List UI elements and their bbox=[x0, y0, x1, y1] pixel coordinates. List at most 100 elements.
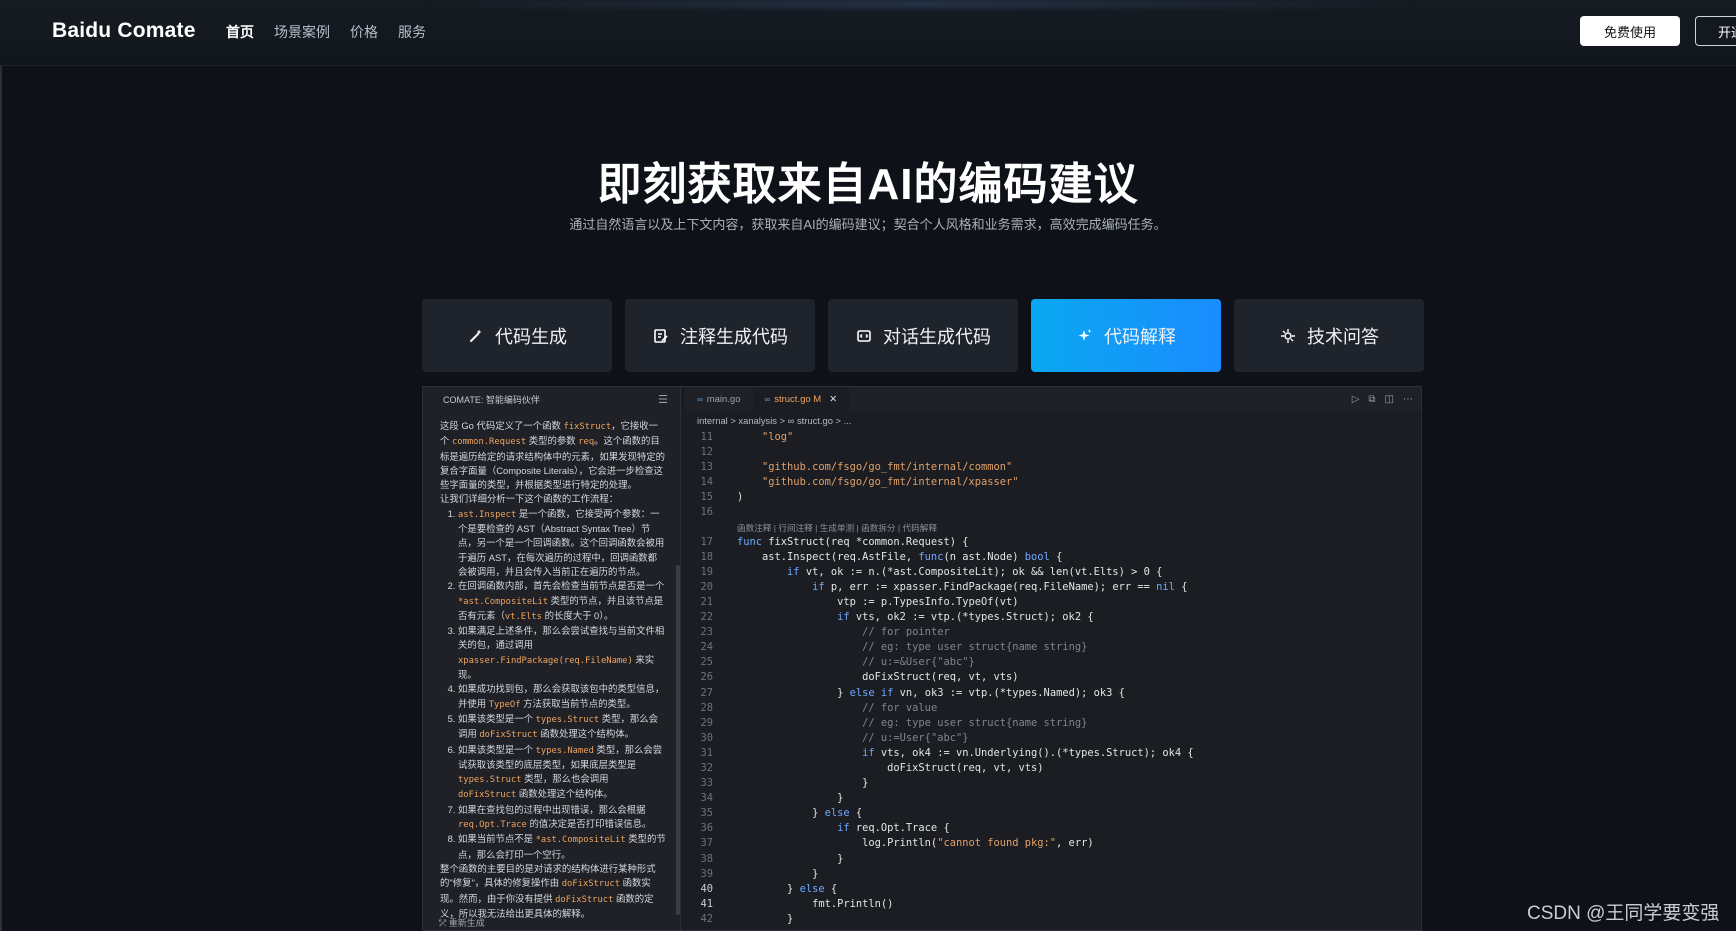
tab-label: 代码生成 bbox=[495, 326, 567, 347]
chat-panel: COMATE: 智能编码伙伴 ☰ 这段 Go 代码定义了一个函数 fixStru… bbox=[423, 387, 681, 930]
line-number: 36 bbox=[700, 822, 713, 835]
breadcrumb[interactable]: internal > xanalysis > ∞ struct.go > ... bbox=[685, 411, 1421, 429]
close-icon[interactable]: ✕ bbox=[829, 394, 837, 405]
nav-item-cases[interactable]: 场景案例 bbox=[274, 22, 330, 42]
chat-step: 如果该类型是一个 types.Struct 类型，那么会调用 doFixStru… bbox=[458, 712, 666, 743]
code-text: fmt.Println() bbox=[737, 897, 894, 910]
open-button[interactable]: 开通 bbox=[1695, 16, 1736, 46]
file-tab-label: main.go bbox=[706, 393, 741, 405]
code-text: } else { bbox=[737, 807, 863, 820]
text-run: 如果当前节点不是 bbox=[458, 833, 536, 845]
more-icon[interactable]: ⋯ bbox=[1403, 394, 1413, 405]
file-tab-struct[interactable]: ∞ struct.go M ✕ bbox=[752, 387, 850, 411]
inline-code: doFixStruct bbox=[458, 790, 517, 801]
code-line: 29 // eg: type user struct{name string} bbox=[685, 716, 1405, 731]
file-tab-main[interactable]: ∞ main.go bbox=[685, 387, 753, 411]
chat-steps: ast.Inspect 是一个函数，它接受两个参数：一个是要检查的 AST（Ab… bbox=[440, 507, 666, 862]
editor-toolbar: ▷ ⧉ ◫ ⋯ bbox=[1352, 387, 1421, 411]
line-number: 40 bbox=[700, 882, 713, 895]
code-line: 22 if vts, ok2 := vtp.(*types.Struct); o… bbox=[685, 610, 1405, 625]
site-logo[interactable]: Baidu Comate bbox=[52, 19, 196, 43]
line-number: 31 bbox=[700, 746, 713, 759]
code-text: "log" bbox=[762, 431, 794, 443]
inline-code: doFixStruct bbox=[479, 730, 538, 741]
line-number: 34 bbox=[700, 792, 713, 805]
inline-code: types.Named bbox=[535, 745, 594, 756]
line-number: 27 bbox=[700, 686, 713, 699]
tab-tech-qa[interactable]: 技术问答 bbox=[1234, 299, 1424, 372]
chat-step: ast.Inspect 是一个函数，它接受两个参数：一个是要检查的 AST（Ab… bbox=[458, 507, 666, 579]
codelens-actions[interactable]: 函数注释 | 行间注释 | 生成单测 | 函数拆分 | 代码解释 bbox=[685, 521, 1405, 535]
tab-label: 代码解释 bbox=[1104, 326, 1176, 347]
chat-step: 如果满足上述条件，那么会尝试查找与当前文件相关的包，通过调用 xpasser.F… bbox=[458, 624, 666, 682]
line-number: 18 bbox=[700, 550, 713, 563]
free-use-button[interactable]: 免费使用 bbox=[1580, 16, 1680, 46]
text-run: 函数处理这个结构体。 bbox=[516, 788, 613, 800]
code-line: 39 } bbox=[685, 867, 1405, 882]
inline-code: types.Struct bbox=[458, 775, 522, 786]
compare-icon[interactable]: ⧉ bbox=[1368, 394, 1375, 405]
split-editor-icon[interactable]: ◫ bbox=[1385, 394, 1394, 405]
regenerate-button[interactable]: ⤱ 重新生成 bbox=[439, 916, 485, 929]
chat-title: COMATE: 智能编码伙伴 bbox=[443, 394, 540, 405]
chat-scrollbar[interactable] bbox=[676, 565, 680, 915]
code-line: 18 ast.Inspect(req.AstFile, func(n ast.N… bbox=[685, 550, 1405, 565]
tab-label: 注释生成代码 bbox=[680, 326, 788, 347]
code-line: 41 fmt.Println() bbox=[685, 897, 1405, 912]
file-tab-label: struct.go M bbox=[774, 393, 822, 405]
comment-edit-icon bbox=[652, 327, 670, 345]
code-text: } else { bbox=[737, 882, 838, 895]
code-text: // for pointer bbox=[862, 626, 950, 639]
code-text: // eg: type user struct{name string} bbox=[862, 716, 1088, 729]
code-text: // for value bbox=[862, 701, 938, 714]
code-editor: ∞ main.go ∞ struct.go M ✕ ▷ ⧉ ◫ ⋯ internal … bbox=[685, 387, 1421, 930]
menu-icon[interactable]: ☰ bbox=[658, 393, 668, 406]
nav-item-pricing[interactable]: 价格 bbox=[350, 22, 378, 42]
code-text: if vts, ok2 := vtp.(*types.Struct); ok2 … bbox=[837, 611, 1094, 624]
tab-comment-to-code[interactable]: 注释生成代码 bbox=[625, 299, 815, 372]
code-line: 30 // u:=User{"abc"} bbox=[685, 731, 1405, 746]
line-number: 41 bbox=[700, 897, 713, 910]
line-number: 11 bbox=[700, 431, 713, 443]
chat-header: COMATE: 智能编码伙伴 ☰ bbox=[423, 387, 680, 411]
line-number: 25 bbox=[700, 656, 713, 669]
code-line: 31 if vts, ok4 := vn.Underlying().(*type… bbox=[685, 746, 1405, 761]
go-file-icon: ∞ bbox=[697, 394, 703, 404]
code-line: 21 vtp := p.TypesInfo.TypeOf(vt) bbox=[685, 595, 1405, 610]
line-number: 20 bbox=[700, 580, 713, 593]
code-text: log.Println("cannot found pkg:", err) bbox=[737, 837, 1094, 850]
file-tabbar: ∞ main.go ∞ struct.go M ✕ ▷ ⧉ ◫ ⋯ bbox=[685, 387, 1421, 411]
code-text: // eg: type user struct{name string} bbox=[862, 641, 1088, 654]
code-text: if vts, ok4 := vn.Underlying().(*types.S… bbox=[862, 746, 1194, 759]
text-run: 类型，那么也会调用 bbox=[521, 773, 609, 785]
line-number: 30 bbox=[700, 731, 713, 744]
code-text: } bbox=[737, 912, 794, 925]
code-line: 24 // eg: type user struct{name string} bbox=[685, 640, 1405, 655]
chat-intro-2: 让我们详细分析一下这个函数的工作流程： bbox=[440, 493, 619, 505]
code-line: 28 // for value bbox=[685, 701, 1405, 716]
text-run: 如果满足上述条件，那么会尝试查找与当前文件相关的包，通过调用 bbox=[458, 625, 665, 651]
tab-code-explain[interactable]: 代码解释 bbox=[1031, 299, 1221, 372]
chat-step: 如果成功找到包，那么会获取该包中的类型信息，并使用 TypeOf 方法获取当前节… bbox=[458, 682, 666, 712]
line-number: 21 bbox=[700, 595, 713, 608]
tab-chat-to-code[interactable]: 对话生成代码 bbox=[828, 299, 1018, 372]
line-number: 39 bbox=[700, 867, 713, 880]
site-header: Baidu Comate 首页 场景案例 价格 服务 免费使用 开通 bbox=[0, 0, 1736, 66]
code-line: 16 bbox=[685, 505, 1405, 520]
run-icon[interactable]: ▷ bbox=[1352, 394, 1360, 405]
hero-subtitle: 通过自然语言以及上下文内容，获取来自AI的编码建议；契合个人风格和业务需求，高效… bbox=[569, 217, 1167, 232]
line-number: 37 bbox=[700, 837, 713, 850]
nav-item-service[interactable]: 服务 bbox=[398, 22, 426, 42]
tab-code-generation[interactable]: 代码生成 bbox=[422, 299, 612, 372]
text-run: 的值决定是否打印错误信息。 bbox=[526, 818, 652, 830]
line-number: 22 bbox=[700, 611, 713, 624]
line-number: 42 bbox=[700, 912, 713, 925]
chat-step: 在回调函数内部，首先会检查当前节点是否是一个 *ast.CompositeLit… bbox=[458, 579, 666, 624]
nav-item-home[interactable]: 首页 bbox=[226, 22, 254, 42]
inline-code: types.Struct bbox=[535, 714, 600, 725]
chat-code-icon bbox=[855, 327, 873, 345]
code-line: 27 } else if vn, ok3 := vtp.(*types.Name… bbox=[685, 686, 1405, 701]
code-text: if p, err := xpasser.FindPackage(req.Fil… bbox=[812, 580, 1188, 593]
code-line: 19 if vt, ok := n.(*ast.CompositeLit); o… bbox=[685, 565, 1405, 580]
